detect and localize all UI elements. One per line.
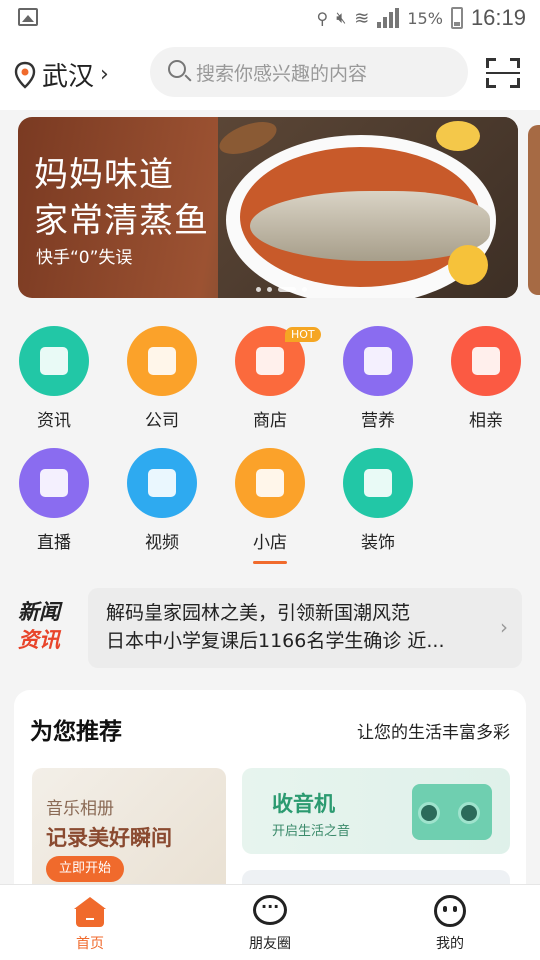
location-status-icon: ⚲ <box>316 8 329 28</box>
banner-title-line2: 家常清蒸鱼 <box>34 201 209 241</box>
tab-moments[interactable]: 朋友圈 <box>210 893 330 957</box>
video-camera-icon <box>19 448 89 518</box>
lemon-image <box>436 121 480 151</box>
category-label: 装饰 <box>361 533 395 553</box>
paint-brush-icon <box>343 448 413 518</box>
wifi-icon: ≋ <box>354 7 370 29</box>
battery-icon <box>450 7 463 29</box>
section-subtitle: 让您的生活丰富多彩 <box>357 723 510 743</box>
section-title: 为您推荐 <box>30 719 122 745</box>
category-item-decor[interactable]: 装饰 <box>324 440 432 553</box>
news-headline[interactable]: 解码皇家园林之美，引领新国潮风范 <box>106 599 492 627</box>
banner-title-line1: 妈妈味道 <box>34 155 174 195</box>
category-item-shop[interactable]: 小店 <box>216 440 324 553</box>
scan-icon[interactable] <box>486 58 520 88</box>
signal-icon <box>377 8 400 28</box>
category-label: 营养 <box>361 411 395 431</box>
next-banner-peek[interactable] <box>528 125 540 295</box>
tab-label: 我的 <box>436 936 464 952</box>
tab-home[interactable]: 首页 <box>30 893 150 957</box>
category-label: 公司 <box>145 411 179 431</box>
bottom-nav: 首页 朋友圈 我的 <box>0 884 540 960</box>
news-doc-icon <box>19 326 89 396</box>
news-headlines[interactable]: 解码皇家园林之美，引领新国潮风范 日本中小学复课后1166名学生确诊 近... … <box>88 588 522 668</box>
city-name: 武汉 <box>42 62 95 92</box>
battery-percent: 15% <box>407 8 443 28</box>
category-label: 商店 <box>253 411 287 431</box>
news-logo: 新闻 资讯 <box>18 598 88 658</box>
category-item-video[interactable]: 视频 <box>108 440 216 553</box>
category-label: 小店 <box>253 533 287 553</box>
location-pin-icon <box>14 61 36 89</box>
hot-badge: HOT <box>285 327 321 342</box>
radio-icon <box>412 784 492 840</box>
chevron-right-icon: › <box>500 615 508 639</box>
tab-label: 首页 <box>76 936 104 952</box>
heart-icon <box>451 326 521 396</box>
search-placeholder: 搜索你感兴趣的内容 <box>196 62 368 85</box>
clock: 16:19 <box>470 5 526 30</box>
category-item-live[interactable]: 直播 <box>0 440 108 553</box>
home-icon <box>74 897 106 927</box>
category-item-nutrition[interactable]: 营养 <box>324 318 432 431</box>
start-button[interactable]: 立即开始 <box>46 856 124 882</box>
status-bar: ⚲ 🔇︎ ≋ 15% 16:19 <box>0 0 540 36</box>
category-item-company[interactable]: 公司 <box>108 318 216 431</box>
promo-banner[interactable]: 妈妈味道 家常清蒸鱼 快手“0”失误 <box>18 117 518 298</box>
cart-icon <box>235 448 305 518</box>
category-label: 资讯 <box>37 411 71 431</box>
search-input[interactable]: 搜索你感兴趣的内容 <box>150 47 468 97</box>
news-logo-line1: 新闻 <box>18 600 60 624</box>
news-logo-line2: 资讯 <box>18 628 60 652</box>
category-label: 相亲 <box>469 411 503 431</box>
city-selector[interactable]: 武汉 › <box>14 56 109 93</box>
grid-page-indicator <box>253 561 287 564</box>
status-right: ⚲ 🔇︎ ≋ 15% 16:19 <box>316 4 526 32</box>
tab-label: 朋友圈 <box>249 936 291 952</box>
card-headline: 记录美好瞬间 <box>46 826 172 850</box>
profile-face-icon <box>434 895 466 927</box>
mute-icon: 🔇︎ <box>336 8 347 27</box>
top-bar: 武汉 › 搜索你感兴趣的内容 <box>0 36 540 110</box>
category-item-news[interactable]: 资讯 <box>0 318 108 431</box>
gallery-icon <box>18 8 38 26</box>
lemon-slice-image <box>448 245 488 285</box>
chat-bubble-icon <box>253 895 287 925</box>
radio-card[interactable]: 收音机 开启生活之音 <box>242 768 510 854</box>
news-ticker[interactable]: 新闻 资讯 解码皇家园林之美，引领新国潮风范 日本中小学复课后1166名学生确诊… <box>18 588 522 668</box>
card-sub: 开启生活之音 <box>272 824 351 839</box>
banner-subtitle: 快手“0”失误 <box>36 248 133 268</box>
carousel-indicator <box>256 287 307 292</box>
card-tag: 音乐相册 <box>46 799 114 819</box>
category-label: 直播 <box>37 533 71 553</box>
building-icon <box>127 326 197 396</box>
chevron-right-icon: › <box>100 62 109 87</box>
category-label: 视频 <box>145 533 179 553</box>
search-icon <box>168 60 186 78</box>
nutrition-jar-icon <box>343 326 413 396</box>
card-headline: 收音机 <box>272 792 335 816</box>
tab-me[interactable]: 我的 <box>390 893 510 957</box>
tv-play-icon <box>127 448 197 518</box>
news-headline[interactable]: 日本中小学复课后1166名学生确诊 近... <box>106 627 492 655</box>
category-item-dating[interactable]: 相亲 <box>432 318 540 431</box>
